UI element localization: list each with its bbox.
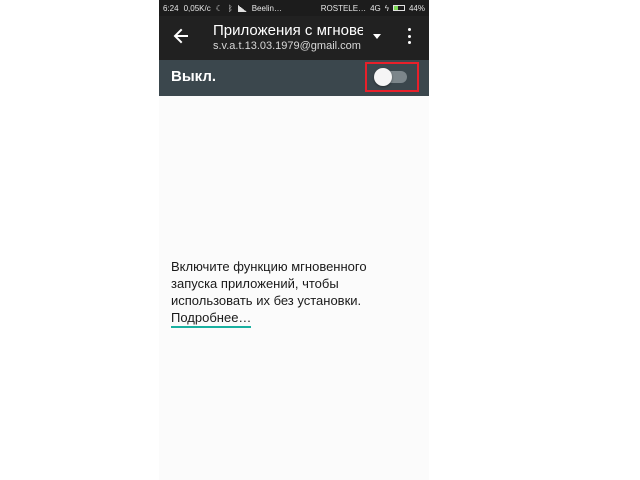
arrow-left-icon[interactable] — [171, 26, 191, 46]
charging-icon: ϟ — [384, 3, 389, 13]
status-carrier-2: ROSTELE… — [320, 3, 367, 13]
more-dot — [407, 34, 411, 38]
learn-more-link[interactable]: Подробнее… — [171, 310, 252, 328]
status-time: 6:24 — [163, 3, 179, 13]
battery-fill — [393, 6, 399, 10]
app-bar: Приложения с мгновенным запуском s.v.a.t… — [159, 16, 429, 60]
bluetooth-icon: ᛒ — [227, 3, 233, 13]
status-carrier-1: Beelin… — [251, 3, 282, 13]
toggle-label: Выкл. — [171, 68, 217, 85]
description-text: Включите функцию мгновенного запуска при… — [171, 259, 367, 308]
status-speed: 0,05K/c — [183, 3, 211, 13]
caret-down-icon[interactable] — [373, 34, 381, 39]
more-dot — [407, 41, 411, 44]
page-title: Приложения с мгновенным запуском — [213, 22, 363, 39]
battery-icon — [392, 5, 405, 11]
content-area: Включите функцию мгновенного запуска при… — [171, 258, 411, 328]
status-battery: 44% — [408, 3, 425, 13]
more-dot — [407, 28, 411, 31]
signal-icon — [237, 4, 247, 12]
moon-icon: ☾ — [215, 3, 223, 13]
instant-apps-switch[interactable] — [374, 68, 407, 86]
account-selector[interactable]: Приложения с мгновенным запуском s.v.a.t… — [213, 21, 363, 53]
account-email: s.v.a.t.13.03.1979@gmail.com — [213, 40, 361, 52]
phone-screen: 6:24 0,05K/c ☾ ᛒ Beelin… ROSTELE… 4G ϟ 4… — [159, 0, 429, 480]
status-network: 4G — [370, 3, 381, 13]
instant-apps-toggle-row[interactable]: Выкл. — [159, 60, 429, 96]
vertical-dots-icon[interactable] — [406, 28, 412, 44]
switch-knob[interactable] — [374, 68, 392, 86]
status-bar: 6:24 0,05K/c ☾ ᛒ Beelin… ROSTELE… 4G ϟ 4… — [159, 0, 429, 16]
